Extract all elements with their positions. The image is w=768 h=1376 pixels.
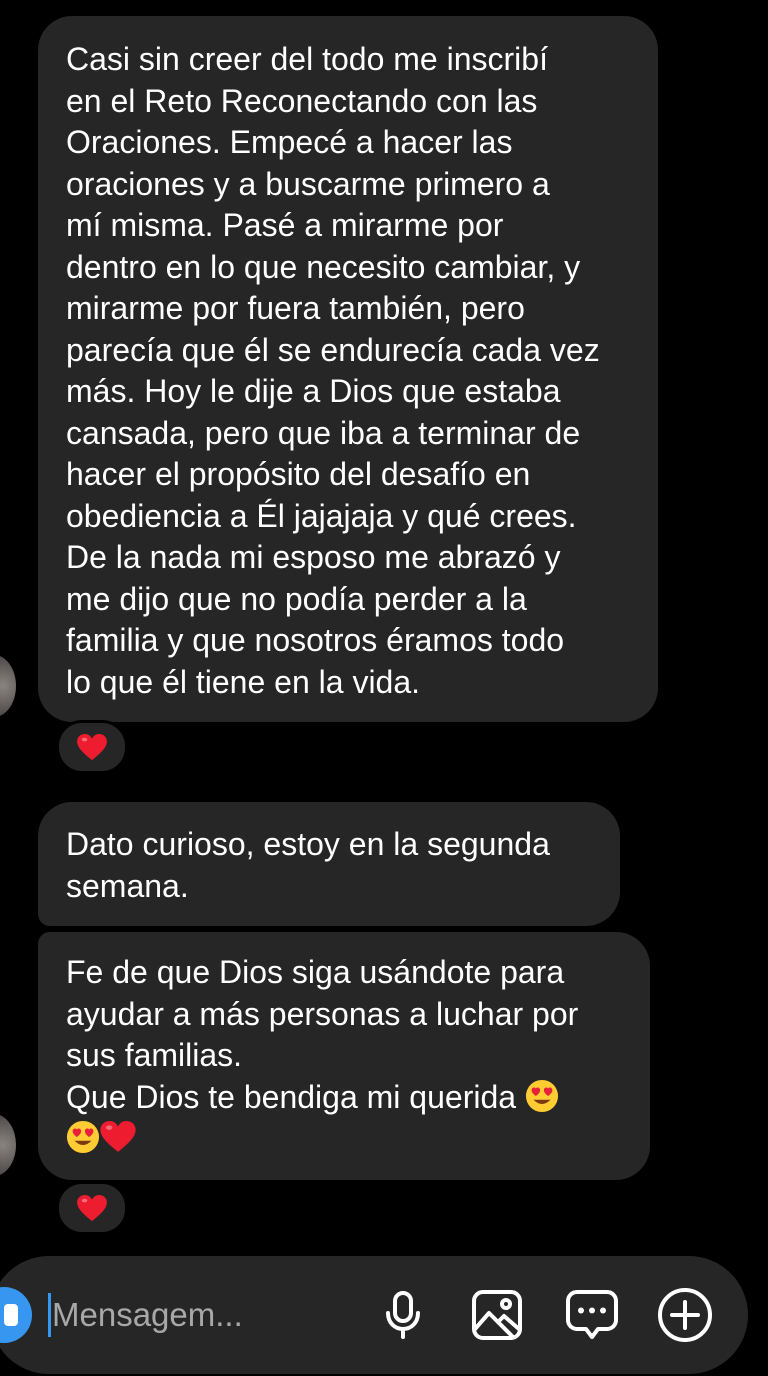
avatar[interactable] — [0, 655, 16, 717]
heart-eyes-emoji-icon — [66, 1120, 100, 1154]
gallery-button[interactable] — [469, 1287, 525, 1343]
sticker-icon — [566, 1290, 618, 1339]
message-bubble[interactable]: Dato curioso, estoy en la segunda semana… — [38, 802, 620, 926]
microphone-button[interactable] — [375, 1287, 431, 1343]
message-bubble[interactable]: Fe de que Dios siga usándote para ayudar… — [38, 932, 650, 1180]
gallery-icon — [472, 1290, 522, 1340]
heart-eyes-emoji-icon — [525, 1079, 558, 1112]
add-icon — [658, 1288, 712, 1342]
red-heart-emoji-icon — [100, 1121, 136, 1152]
message-input[interactable] — [52, 1290, 352, 1340]
microphone-icon — [386, 1291, 420, 1339]
red-heart-icon — [77, 733, 107, 760]
reaction-badge[interactable] — [56, 720, 128, 774]
message-text: Dato curioso, estoy en la segunda semana… — [66, 826, 550, 904]
camera-icon — [4, 1304, 18, 1326]
reaction-badge[interactable] — [56, 1181, 128, 1235]
message-text: Fe de que Dios siga usándote para ayudar… — [66, 952, 622, 1160]
avatar[interactable] — [0, 1114, 16, 1176]
red-heart-icon — [77, 1194, 107, 1221]
message-bubble[interactable]: Casi sin creer del todo me inscribí en e… — [38, 16, 658, 722]
text-cursor — [48, 1293, 51, 1337]
message-text-content: Fe de que Dios siga usándote para ayudar… — [66, 954, 579, 1115]
add-button[interactable] — [657, 1287, 713, 1343]
message-text: Casi sin creer del todo me inscribí en e… — [66, 41, 600, 700]
sticker-button[interactable] — [564, 1287, 620, 1343]
